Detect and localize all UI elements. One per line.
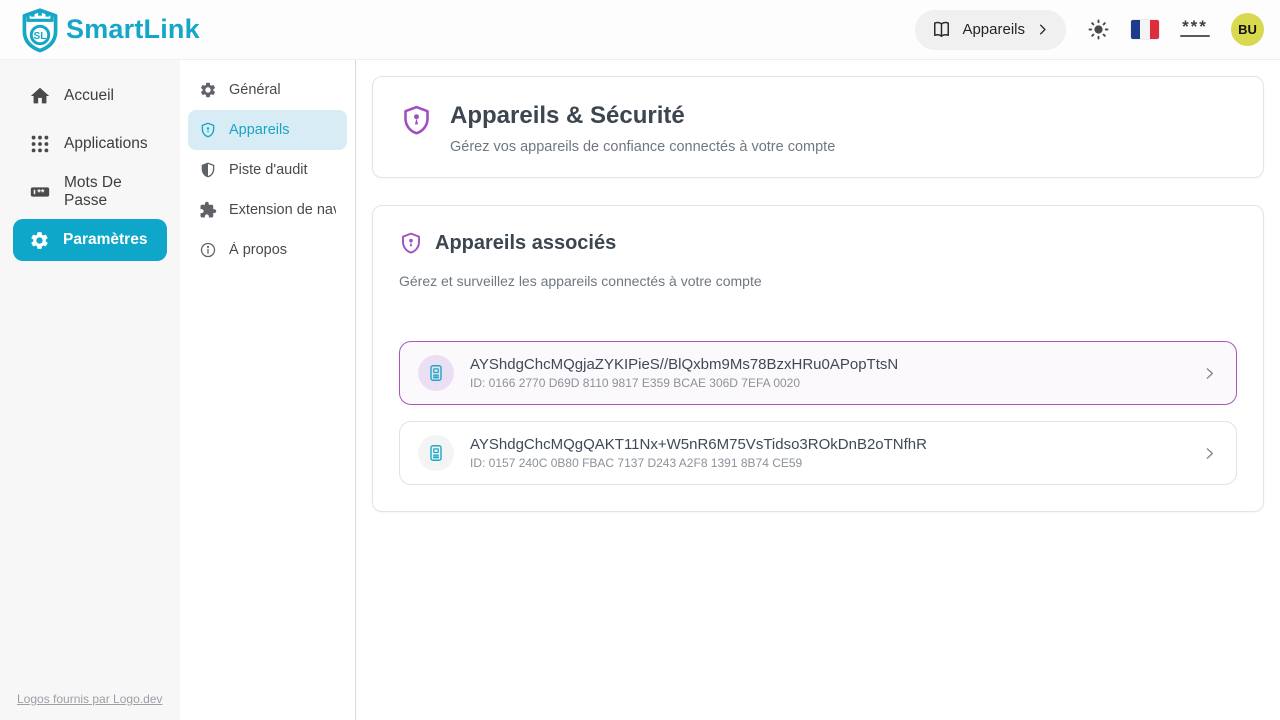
sidebar-item-accueil[interactable]: Accueil — [0, 72, 180, 120]
gear-icon — [199, 81, 217, 99]
subnav-item-label: Appareils — [229, 122, 289, 138]
associated-devices-card: Appareils associés Gérez et surveillez l… — [372, 205, 1264, 512]
home-icon — [29, 85, 51, 107]
devices-card-title: Appareils associés — [435, 232, 616, 255]
chevron-right-icon — [1201, 365, 1218, 382]
device-row[interactable]: AYShdgChcMQgQAKT11Nx+W5nR6M75VsTidso3ROk… — [399, 421, 1237, 485]
sidebar-item-label: Paramètres — [63, 231, 147, 249]
sidebar-item-applications[interactable]: Applications — [0, 120, 180, 168]
sidebar-item-label: Accueil — [64, 87, 114, 105]
svg-text:**: ** — [37, 187, 45, 197]
open-book-icon — [931, 19, 952, 40]
subnav-item-extension[interactable]: Extension de naviga — [188, 190, 347, 230]
header-controls: Appareils — [915, 10, 1264, 50]
subnav-item-appareils[interactable]: Appareils — [188, 110, 347, 150]
device-id: ID: 0166 2770 D69D 8110 9817 E359 BCAE 3… — [470, 376, 898, 390]
page-title: Appareils & Sécurité — [450, 101, 835, 131]
gear-icon — [29, 230, 50, 251]
shield-half-icon — [199, 161, 217, 179]
devices-card-subtitle: Gérez et surveillez les appareils connec… — [399, 273, 1237, 289]
shield-lock-icon — [399, 230, 423, 256]
subnav-item-general[interactable]: Général — [188, 70, 347, 110]
subnav-item-label: Extension de naviga — [229, 202, 336, 218]
main-content: Appareils & Sécurité Gérez vos appareils… — [356, 60, 1280, 720]
logo-attribution-link[interactable]: Logos fournis par Logo.dev — [17, 692, 162, 706]
device-list: AYShdgChcMQgjaZYKIPieS//BlQxbm9Ms78BzxHR… — [399, 341, 1237, 485]
chevron-right-icon — [1035, 22, 1050, 37]
sun-icon — [1087, 18, 1110, 41]
app-header: SL SmartLink Appareils — [0, 0, 1280, 60]
svg-text:SL: SL — [34, 31, 47, 42]
language-flag-button[interactable] — [1131, 20, 1159, 39]
page-subtitle: Gérez vos appareils de confiance connect… — [450, 139, 835, 155]
device-row[interactable]: AYShdgChcMQgjaZYKIPieS//BlQxbm9Ms78BzxHR… — [399, 341, 1237, 405]
puzzle-piece-icon — [199, 201, 217, 219]
french-flag-icon — [1131, 20, 1159, 39]
subnav-item-label: À propos — [229, 242, 287, 258]
brand-logo: SL SmartLink — [18, 6, 200, 53]
sidebar-item-label: Mots De Passe — [64, 174, 168, 210]
devices-nav-label: Appareils — [962, 21, 1025, 38]
primary-sidebar: Accueil Applications ** Mots De Passe — [0, 60, 180, 720]
theme-toggle-button[interactable] — [1087, 18, 1110, 41]
password-dots-icon[interactable]: *** — [1180, 22, 1210, 37]
settings-subnav: Général Appareils Piste d'audit — [180, 60, 356, 720]
subnav-item-piste-audit[interactable]: Piste d'audit — [188, 150, 347, 190]
shield-lock-icon — [400, 102, 433, 155]
security-key-icon — [418, 355, 454, 391]
apps-grid-icon — [29, 133, 51, 155]
shield-key-icon — [199, 121, 217, 139]
info-icon — [199, 241, 217, 259]
password-field-icon: ** — [29, 181, 51, 203]
shield-logo-icon: SL — [18, 6, 62, 53]
subnav-item-label: Piste d'audit — [229, 162, 308, 178]
device-name: AYShdgChcMQgjaZYKIPieS//BlQxbm9Ms78BzxHR… — [470, 356, 898, 373]
chevron-right-icon — [1201, 445, 1218, 462]
device-name: AYShdgChcMQgQAKT11Nx+W5nR6M75VsTidso3ROk… — [470, 436, 927, 453]
user-avatar[interactable]: BU — [1231, 13, 1264, 46]
subnav-item-a-propos[interactable]: À propos — [188, 230, 347, 270]
subnav-item-label: Général — [229, 82, 281, 98]
sidebar-item-parametres[interactable]: Paramètres — [13, 219, 167, 261]
brand-name: SmartLink — [66, 14, 200, 45]
page-header-card: Appareils & Sécurité Gérez vos appareils… — [372, 76, 1264, 178]
devices-nav-button[interactable]: Appareils — [915, 10, 1066, 50]
device-id: ID: 0157 240C 0B80 FBAC 7137 D243 A2F8 1… — [470, 456, 927, 470]
sidebar-item-mots-de-passe[interactable]: ** Mots De Passe — [0, 168, 180, 216]
security-key-icon — [418, 435, 454, 471]
sidebar-item-label: Applications — [64, 135, 148, 153]
